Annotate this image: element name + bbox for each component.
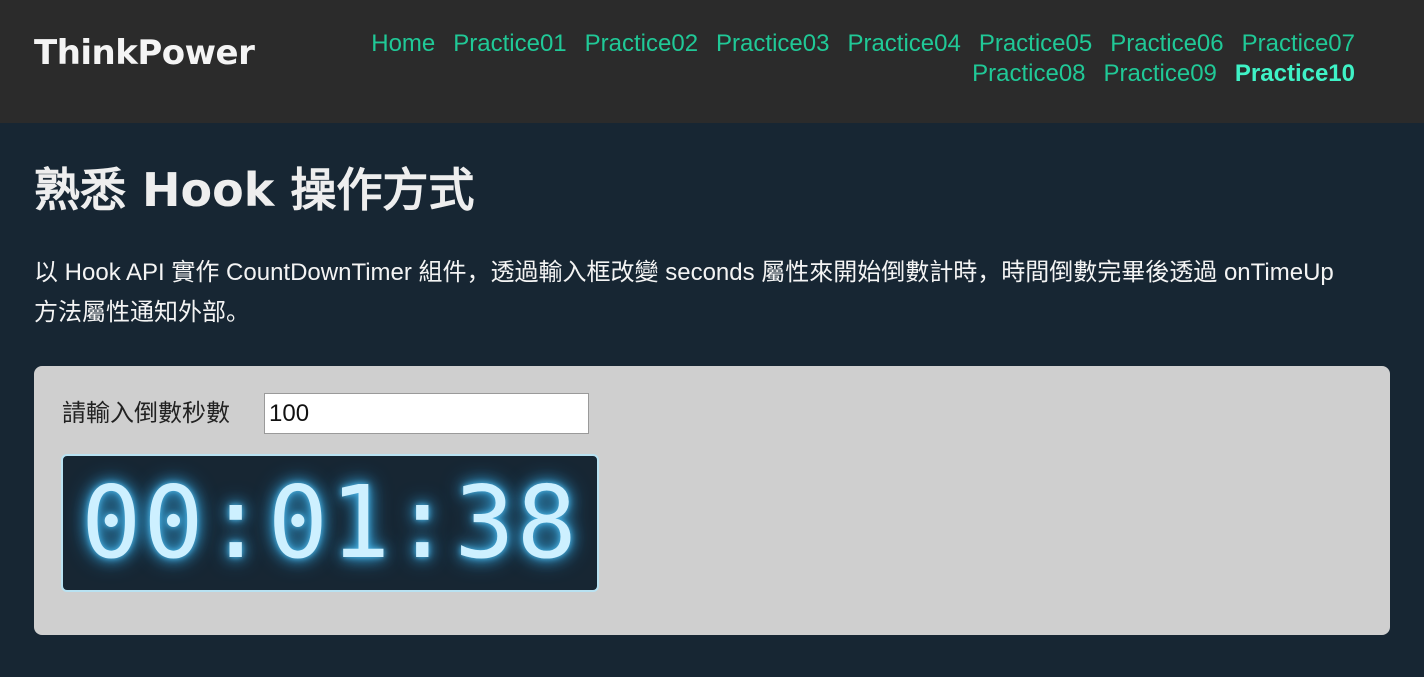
nav-link-practice05[interactable]: Practice05 (979, 29, 1092, 59)
seconds-input[interactable] (264, 393, 589, 434)
countdown-timer-display: 00:01:38 (61, 454, 599, 592)
nav-link-practice08[interactable]: Practice08 (972, 59, 1085, 89)
timer-digits: 00:01:38 (81, 464, 579, 581)
nav-link-practice06[interactable]: Practice06 (1110, 29, 1223, 59)
nav-link-home[interactable]: Home (371, 29, 435, 59)
seconds-label: 請輸入倒數秒數 (62, 400, 230, 427)
nav-link-practice07[interactable]: Practice07 (1242, 29, 1355, 59)
brand-logo[interactable]: ThinkPower (34, 31, 255, 75)
nav-link-practice01[interactable]: Practice01 (453, 29, 566, 59)
nav-link-practice04[interactable]: Practice04 (847, 29, 960, 59)
nav-link-practice02[interactable]: Practice02 (585, 29, 698, 59)
main-nav: Home Practice01 Practice02 Practice03 Practi… (315, 29, 1355, 89)
countdown-card: 請輸入倒數秒數 00:01:38 (34, 366, 1390, 635)
top-navbar: ThinkPower Home Practice01 Practice02 Pract… (0, 0, 1424, 123)
nav-link-practice10[interactable]: Practice10 (1235, 59, 1355, 89)
nav-link-practice03[interactable]: Practice03 (716, 29, 829, 59)
nav-link-practice09[interactable]: Practice09 (1104, 59, 1217, 89)
page-title: 熟悉 Hook 操作方式 (34, 163, 475, 217)
page-description: 以 Hook API 實作 CountDownTimer 組件，透過輸入框改變 … (34, 259, 1334, 326)
